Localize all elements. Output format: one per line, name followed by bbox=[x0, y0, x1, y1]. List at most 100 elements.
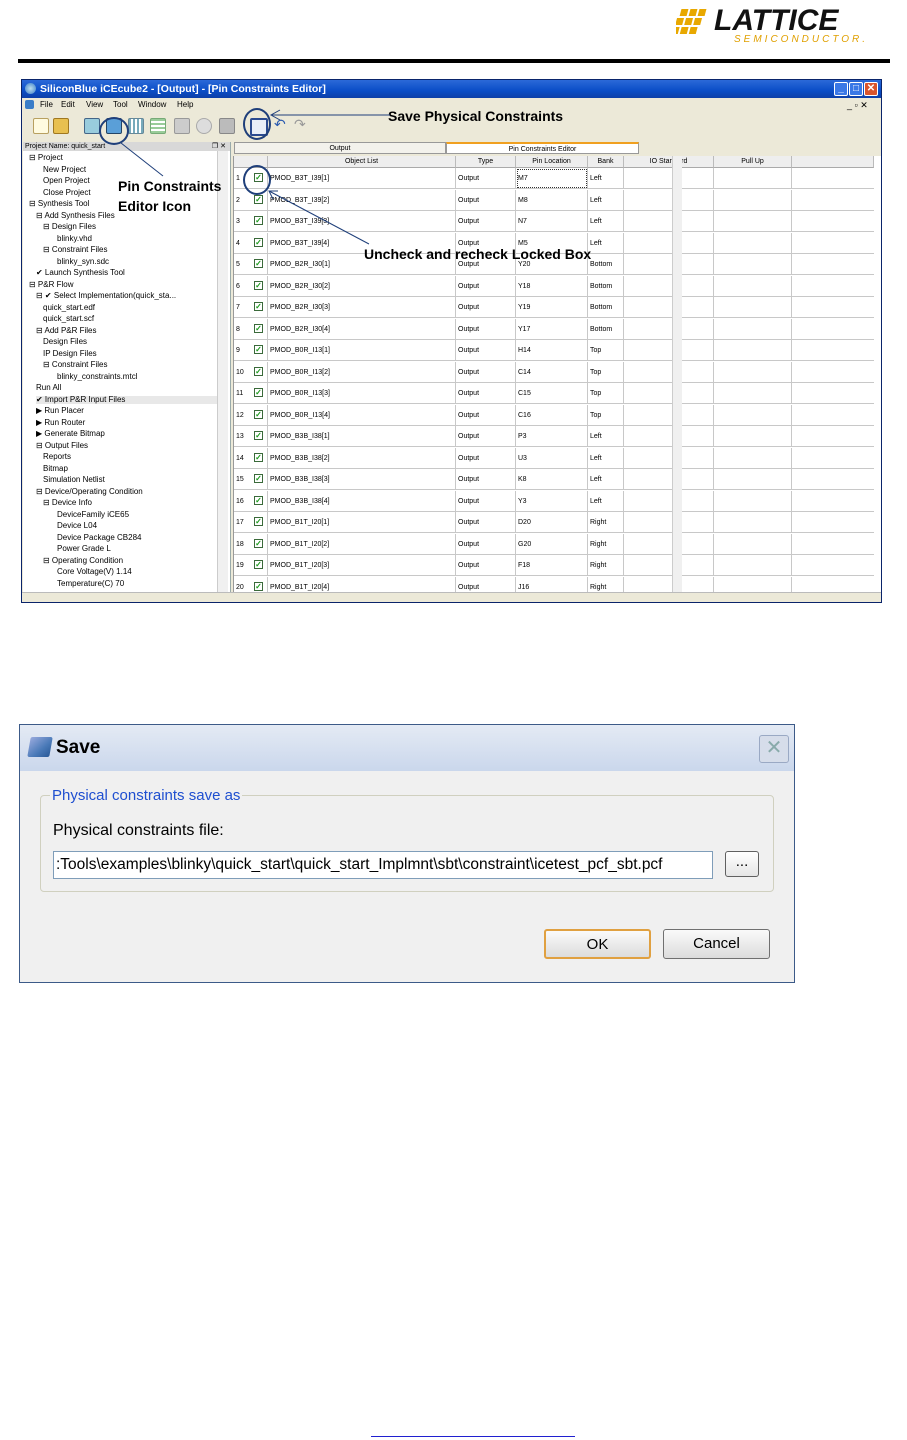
table-row[interactable]: 13 ✓ PMOD_B3B_I38[1] Output P3 Left bbox=[234, 426, 874, 447]
pin-location-cell[interactable]: K8 bbox=[516, 469, 588, 490]
tree-item[interactable]: ⊟ Design Files bbox=[43, 223, 96, 231]
tree-item[interactable]: blinky_constraints.mtcl bbox=[57, 372, 137, 381]
panel-controls[interactable]: ❐ ✕ bbox=[212, 142, 226, 151]
dialog-titlebar[interactable]: Save ✕ bbox=[20, 725, 794, 771]
locked-checkbox[interactable]: ✓ bbox=[254, 581, 263, 591]
col-header-pull-up[interactable]: Pull Up bbox=[714, 156, 792, 168]
col-header-type[interactable]: Type bbox=[456, 156, 516, 168]
pin-location-cell[interactable]: C14 bbox=[516, 361, 588, 383]
mdi-controls[interactable]: _ ▫ ✕ bbox=[847, 100, 868, 111]
menu-view[interactable]: View bbox=[86, 100, 103, 109]
power-icon[interactable] bbox=[196, 118, 212, 134]
ok-button[interactable]: OK bbox=[544, 929, 651, 959]
dialog-close-button[interactable]: ✕ bbox=[759, 735, 789, 763]
table-row[interactable]: 14 ✓ PMOD_B3B_I38[2] Output U3 Left bbox=[234, 447, 874, 469]
new-file-icon[interactable] bbox=[33, 118, 49, 134]
tree-item[interactable]: ⊟ P&R Flow bbox=[29, 280, 74, 289]
locked-checkbox[interactable]: ✓ bbox=[254, 259, 263, 268]
tree-item[interactable]: Open Project bbox=[43, 177, 90, 185]
table-row[interactable]: 15 ✓ PMOD_B3B_I38[3] Output K8 Left bbox=[234, 469, 874, 490]
pin-location-cell[interactable]: P3 bbox=[516, 426, 588, 447]
tree-item[interactable]: ✔ Launch Synthesis Tool bbox=[36, 269, 125, 277]
pin-location-cell[interactable]: U3 bbox=[516, 447, 588, 469]
table-row[interactable]: 10 ✓ PMOD_B0R_I13[2] Output C14 Top bbox=[234, 361, 874, 383]
locked-checkbox[interactable]: ✓ bbox=[254, 302, 263, 311]
tree-item[interactable]: Device L04 bbox=[57, 522, 97, 530]
menu-help[interactable]: Help bbox=[177, 100, 193, 109]
tree-item[interactable]: ⊟ Constraint Files bbox=[43, 246, 108, 254]
tree-item[interactable]: ▶ Run Router bbox=[36, 418, 85, 427]
tree-item[interactable]: blinky.vhd bbox=[57, 234, 92, 243]
tree-item[interactable]: Bitmap bbox=[43, 464, 68, 473]
tree-item[interactable]: ⊟ Project bbox=[29, 154, 63, 162]
package-view-icon[interactable] bbox=[150, 118, 166, 134]
locked-checkbox[interactable]: ✓ bbox=[254, 237, 263, 247]
file-path-input[interactable]: :Tools\examples\blinky\quick_start\quick… bbox=[53, 851, 713, 879]
table-row[interactable]: 9 ✓ PMOD_B0R_I13[1] Output H14 Top bbox=[234, 340, 874, 361]
pin-location-cell[interactable]: Y17 bbox=[516, 318, 588, 340]
tree-item[interactable]: quick_start.scf bbox=[43, 315, 94, 323]
minimize-button[interactable]: _ bbox=[834, 82, 848, 96]
pin-location-cell[interactable]: N7 bbox=[516, 211, 588, 232]
tree-item[interactable]: Core Voltage(V) 1.14 bbox=[57, 568, 132, 576]
tree-item[interactable]: Run All bbox=[36, 384, 61, 392]
open-folder-icon[interactable] bbox=[53, 118, 69, 134]
table-row[interactable]: 8 ✓ PMOD_B2R_I30[4] Output Y17 Bottom bbox=[234, 318, 874, 340]
floorplan-icon[interactable] bbox=[128, 118, 144, 134]
locked-checkbox[interactable]: ✓ bbox=[254, 474, 263, 483]
tree-item[interactable]: Design Files bbox=[43, 338, 87, 346]
tree-item[interactable]: quick_start.edf bbox=[43, 303, 95, 312]
close-button[interactable]: ✕ bbox=[864, 82, 878, 96]
table-row[interactable]: 7 ✓ PMOD_B2R_I30[3] Output Y19 Bottom bbox=[234, 297, 874, 318]
menu-file[interactable]: File bbox=[40, 100, 53, 109]
locked-checkbox[interactable]: ✓ bbox=[254, 388, 263, 397]
tree-item[interactable]: ⊟ Operating Condition bbox=[43, 556, 123, 565]
pin-location-cell[interactable]: Y18 bbox=[516, 275, 588, 297]
tree-item[interactable]: Temperature(C) 70 bbox=[57, 579, 124, 588]
tree-item[interactable]: ⊟ ✔ Select Implementation(quick_sta... bbox=[36, 292, 176, 300]
pin-location-cell[interactable]: M8 bbox=[516, 189, 588, 211]
tree-item[interactable]: New Project bbox=[43, 165, 86, 174]
project-panel-scrollbar[interactable] bbox=[217, 151, 228, 597]
tree-item[interactable]: ⊟ Synthesis Tool bbox=[29, 200, 89, 208]
tree-item[interactable]: IP Design Files bbox=[43, 349, 97, 358]
table-row[interactable]: 17 ✓ PMOD_B1T_I20[1] Output D20 Right bbox=[234, 512, 874, 533]
tree-item[interactable]: DeviceFamily iCE65 bbox=[57, 510, 129, 519]
tree-item[interactable]: ✔ Import P&R Input Files bbox=[36, 395, 217, 404]
tree-item[interactable]: Simulation Netlist bbox=[43, 476, 105, 484]
col-header-pin-location[interactable]: Pin Location bbox=[516, 156, 588, 168]
tree-item[interactable]: ⊟ Output Files bbox=[36, 441, 88, 450]
tab-pin-constraints-editor[interactable]: Pin Constraints Editor bbox=[446, 142, 639, 154]
col-header-object-list[interactable]: Object List bbox=[268, 156, 456, 168]
locked-checkbox[interactable]: ✓ bbox=[254, 495, 263, 505]
locked-checkbox[interactable]: ✓ bbox=[254, 216, 263, 225]
pin-location-cell[interactable]: Y19 bbox=[516, 297, 588, 318]
pin-location-cell[interactable]: G20 bbox=[516, 533, 588, 555]
tree-item[interactable]: ⊟ Add P&R Files bbox=[36, 326, 97, 335]
pin-location-cell[interactable]: H14 bbox=[516, 340, 588, 361]
locked-checkbox[interactable]: ✓ bbox=[254, 345, 263, 354]
table-row[interactable]: 12 ✓ PMOD_B0R_I13[4] Output C16 Top bbox=[234, 404, 874, 426]
tree-item[interactable]: Reports bbox=[43, 453, 71, 461]
browse-button[interactable]: ... bbox=[725, 851, 759, 877]
tree-item[interactable]: ▶ Run Placer bbox=[36, 407, 84, 415]
table-row[interactable]: 6 ✓ PMOD_B2R_I30[2] Output Y18 Bottom bbox=[234, 275, 874, 297]
tree-item[interactable]: ⊟ Constraint Files bbox=[43, 361, 108, 369]
table-row[interactable]: 16 ✓ PMOD_B3B_I38[4] Output Y3 Left bbox=[234, 490, 874, 512]
pin-location-cell[interactable]: F18 bbox=[516, 555, 588, 576]
tree-item[interactable]: ⊟ Add Synthesis Files bbox=[36, 211, 115, 220]
tree-item[interactable]: ▶ Generate Bitmap bbox=[36, 430, 105, 438]
menu-tool[interactable]: Tool bbox=[113, 100, 128, 109]
pin-location-cell[interactable]: C15 bbox=[516, 383, 588, 404]
table-row[interactable]: 11 ✓ PMOD_B0R_I13[3] Output C15 Top bbox=[234, 383, 874, 404]
pin-location-cell[interactable]: C16 bbox=[516, 404, 588, 426]
tree-item[interactable]: blinky_syn.sdc bbox=[57, 257, 109, 266]
footer-link-underline[interactable] bbox=[371, 1436, 575, 1437]
locked-checkbox[interactable]: ✓ bbox=[254, 517, 263, 526]
col-header-io-standard[interactable]: IO Standard bbox=[624, 156, 714, 168]
table-row[interactable]: 19 ✓ PMOD_B1T_I20[3] Output F18 Right bbox=[234, 555, 874, 576]
col-header-bank[interactable]: Bank bbox=[588, 156, 624, 168]
pin-location-cell[interactable]: Y3 bbox=[516, 490, 588, 512]
locked-checkbox[interactable]: ✓ bbox=[254, 538, 263, 548]
locked-checkbox[interactable]: ✓ bbox=[254, 323, 263, 333]
